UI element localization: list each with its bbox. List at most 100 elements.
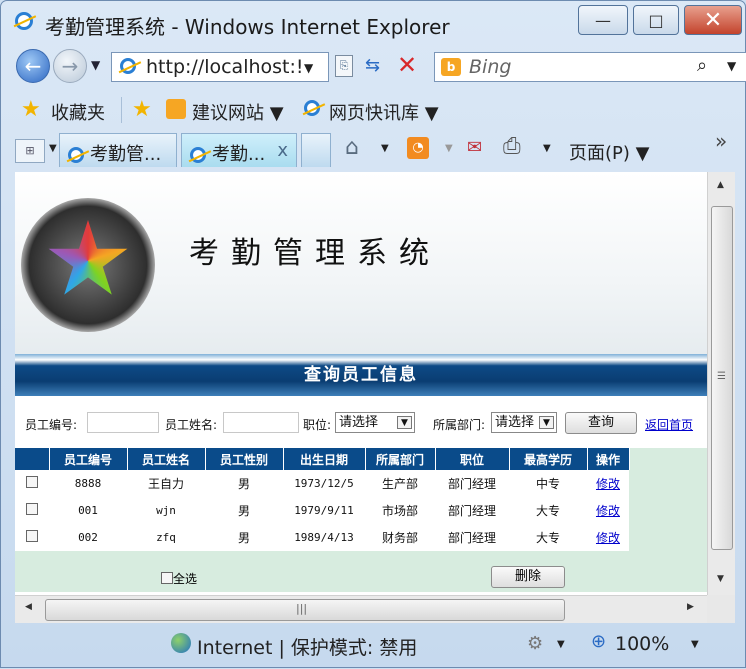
query-button[interactable]: 查询	[565, 412, 637, 434]
emp-id-cell: 8888	[49, 470, 127, 497]
close-button[interactable]: ✕	[684, 5, 742, 35]
table-header-row: 员工编号 员工姓名 员工性别 出生日期 所属部门 职位 最高学历 操作	[15, 448, 630, 470]
position-dropdown-icon[interactable]: ▼	[397, 416, 412, 429]
print-icon[interactable]: ⎙	[503, 134, 521, 159]
tab-2-active[interactable]: 考勤... x	[181, 133, 297, 167]
scroll-down-icon[interactable]: ▼	[717, 574, 724, 584]
tab-list-dropdown-icon[interactable]: ▼	[49, 143, 57, 154]
dept-label: 所属部门:	[433, 418, 486, 432]
suggested-sites-link[interactable]: 建议网站 ▼	[192, 99, 284, 125]
search-placeholder: Bing	[469, 56, 512, 78]
dept-select[interactable]: 请选择 ▼	[491, 412, 557, 433]
address-dropdown-icon[interactable]: ▼	[304, 61, 313, 75]
emp-name-input[interactable]	[223, 412, 299, 433]
table-row: 8888 王自力 男 1973/12/5 生产部 部门经理 中专 修改	[15, 470, 629, 497]
emp-name-cell: wjn	[127, 497, 205, 524]
security-zone-text[interactable]: Internet | 保护模式: 禁用	[197, 633, 417, 660]
checkbox-icon[interactable]	[26, 530, 38, 542]
refresh-icon[interactable]: ⇆	[365, 55, 380, 76]
zoom-dropdown-icon[interactable]: ▼	[691, 639, 699, 650]
tab-close-icon[interactable]: x	[277, 140, 288, 161]
more-commands-icon[interactable]: »	[715, 129, 727, 153]
edit-link[interactable]: 修改	[596, 477, 620, 491]
emp-id-cell: 001	[49, 497, 127, 524]
horizontal-scroll-thumb[interactable]: |||	[45, 599, 565, 621]
checkbox-column-header	[15, 448, 50, 470]
window-title: 考勤管理系统 - Windows Internet Explorer	[45, 15, 450, 39]
column-header: 员工性别	[205, 448, 284, 470]
vertical-scrollbar[interactable]: ▲ ☰ ▼	[707, 172, 735, 595]
feeds-dropdown-icon[interactable]: ▼	[445, 143, 453, 154]
print-dropdown-icon[interactable]: ▼	[543, 143, 551, 154]
edit-link[interactable]: 修改	[596, 504, 620, 518]
globe-icon	[171, 633, 191, 653]
quick-tabs-icon[interactable]: ⊞	[15, 139, 45, 163]
row-checkbox[interactable]	[15, 497, 49, 524]
read-mail-icon[interactable]: ✉	[467, 137, 482, 158]
emp-gender-cell: 男	[205, 470, 283, 497]
feeds-icon[interactable]: ◔	[407, 137, 429, 159]
thumb-grip-icon: |||	[296, 602, 308, 615]
search-icon[interactable]: ⌕	[697, 55, 707, 76]
select-all[interactable]: 全选	[161, 570, 197, 587]
favorites-star-icon: ★	[21, 97, 41, 122]
page-content: 考勤管理系统 查询员工信息 员工编号: 员工姓名: 职位: 请选择 ▼ 所属部门…	[15, 172, 707, 595]
vertical-scroll-thumb[interactable]: ☰	[711, 206, 733, 550]
column-header: 职位	[435, 448, 510, 470]
history-dropdown-icon[interactable]: ▼	[91, 58, 100, 72]
status-bar: Internet | 保护模式: 禁用 ⚙ ▼ ⊕ 100% ▼	[1, 625, 746, 669]
home-link[interactable]: 返回首页	[645, 416, 693, 433]
scroll-up-icon[interactable]: ▲	[717, 180, 724, 190]
table-row: 002 zfq 男 1989/4/13 财务部 部门经理 大专 修改	[15, 524, 629, 551]
tab-1-page-icon	[68, 147, 84, 163]
page-menu[interactable]: 页面(P) ▼	[569, 139, 649, 165]
row-checkbox[interactable]	[15, 524, 49, 551]
add-favorite-icon[interactable]: ★	[132, 97, 152, 122]
action-cell: 修改	[587, 497, 629, 524]
position-select[interactable]: 请选择 ▼	[335, 412, 415, 433]
home-icon[interactable]: ⌂	[345, 135, 359, 160]
zoom-icon[interactable]: ⊕	[591, 631, 606, 652]
popup-dropdown-icon[interactable]: ▼	[557, 639, 565, 650]
employee-table-area: 员工编号 员工姓名 员工性别 出生日期 所属部门 职位 最高学历 操作 8888	[15, 448, 707, 592]
maximize-button[interactable]: □	[633, 5, 679, 35]
column-header: 最高学历	[509, 448, 588, 470]
search-box[interactable]: b Bing ⌕ ▼	[434, 52, 746, 82]
scroll-left-icon[interactable]: ◀	[25, 602, 32, 612]
checkbox-icon[interactable]	[26, 476, 38, 488]
star-logo-icon	[48, 220, 128, 295]
horizontal-scrollbar[interactable]: ◀ ||| ▶	[15, 595, 707, 623]
favorites-label[interactable]: 收藏夹	[51, 99, 105, 125]
back-button[interactable]: ←	[16, 49, 50, 83]
emp-name-cell: 王自力	[127, 470, 205, 497]
table-row: 001 wjn 男 1979/9/11 市场部 部门经理 大专 修改	[15, 497, 629, 524]
search-dropdown-icon[interactable]: ▼	[727, 59, 736, 73]
popup-blocker-icon[interactable]: ⚙	[527, 633, 543, 654]
dept-cell: 生产部	[365, 470, 435, 497]
suggested-sites-icon	[166, 99, 186, 119]
web-slice-gallery-link[interactable]: 网页快讯库 ▼	[329, 99, 439, 125]
position-select-value: 请选择	[339, 415, 379, 430]
delete-button[interactable]: 删除	[491, 566, 565, 588]
tab-2-label: 考勤...	[212, 144, 266, 165]
new-tab-button[interactable]	[301, 133, 331, 167]
dept-dropdown-icon[interactable]: ▼	[539, 416, 554, 429]
action-cell: 修改	[587, 524, 629, 551]
emp-id-input[interactable]	[87, 412, 159, 433]
web-slice-icon	[304, 100, 320, 116]
forward-button[interactable]: →	[53, 49, 87, 83]
tab-2-page-icon	[190, 147, 206, 163]
home-dropdown-icon[interactable]: ▼	[381, 143, 389, 154]
scroll-right-icon[interactable]: ▶	[687, 602, 694, 612]
tab-1[interactable]: 考勤管...	[59, 133, 177, 167]
row-checkbox[interactable]	[15, 470, 49, 497]
address-bar[interactable]: http://localhost:!	[111, 52, 329, 82]
stop-icon[interactable]: ✕	[397, 51, 417, 79]
compatibility-view-icon[interactable]: ⎘	[335, 55, 353, 77]
checkbox-icon[interactable]	[26, 503, 38, 515]
title-bar: 考勤管理系统 - Windows Internet Explorer — □ ✕	[1, 1, 746, 41]
minimize-button[interactable]: —	[578, 5, 628, 35]
edit-link[interactable]: 修改	[596, 531, 620, 545]
select-all-checkbox[interactable]	[161, 572, 173, 584]
zoom-level[interactable]: 100%	[615, 633, 669, 655]
